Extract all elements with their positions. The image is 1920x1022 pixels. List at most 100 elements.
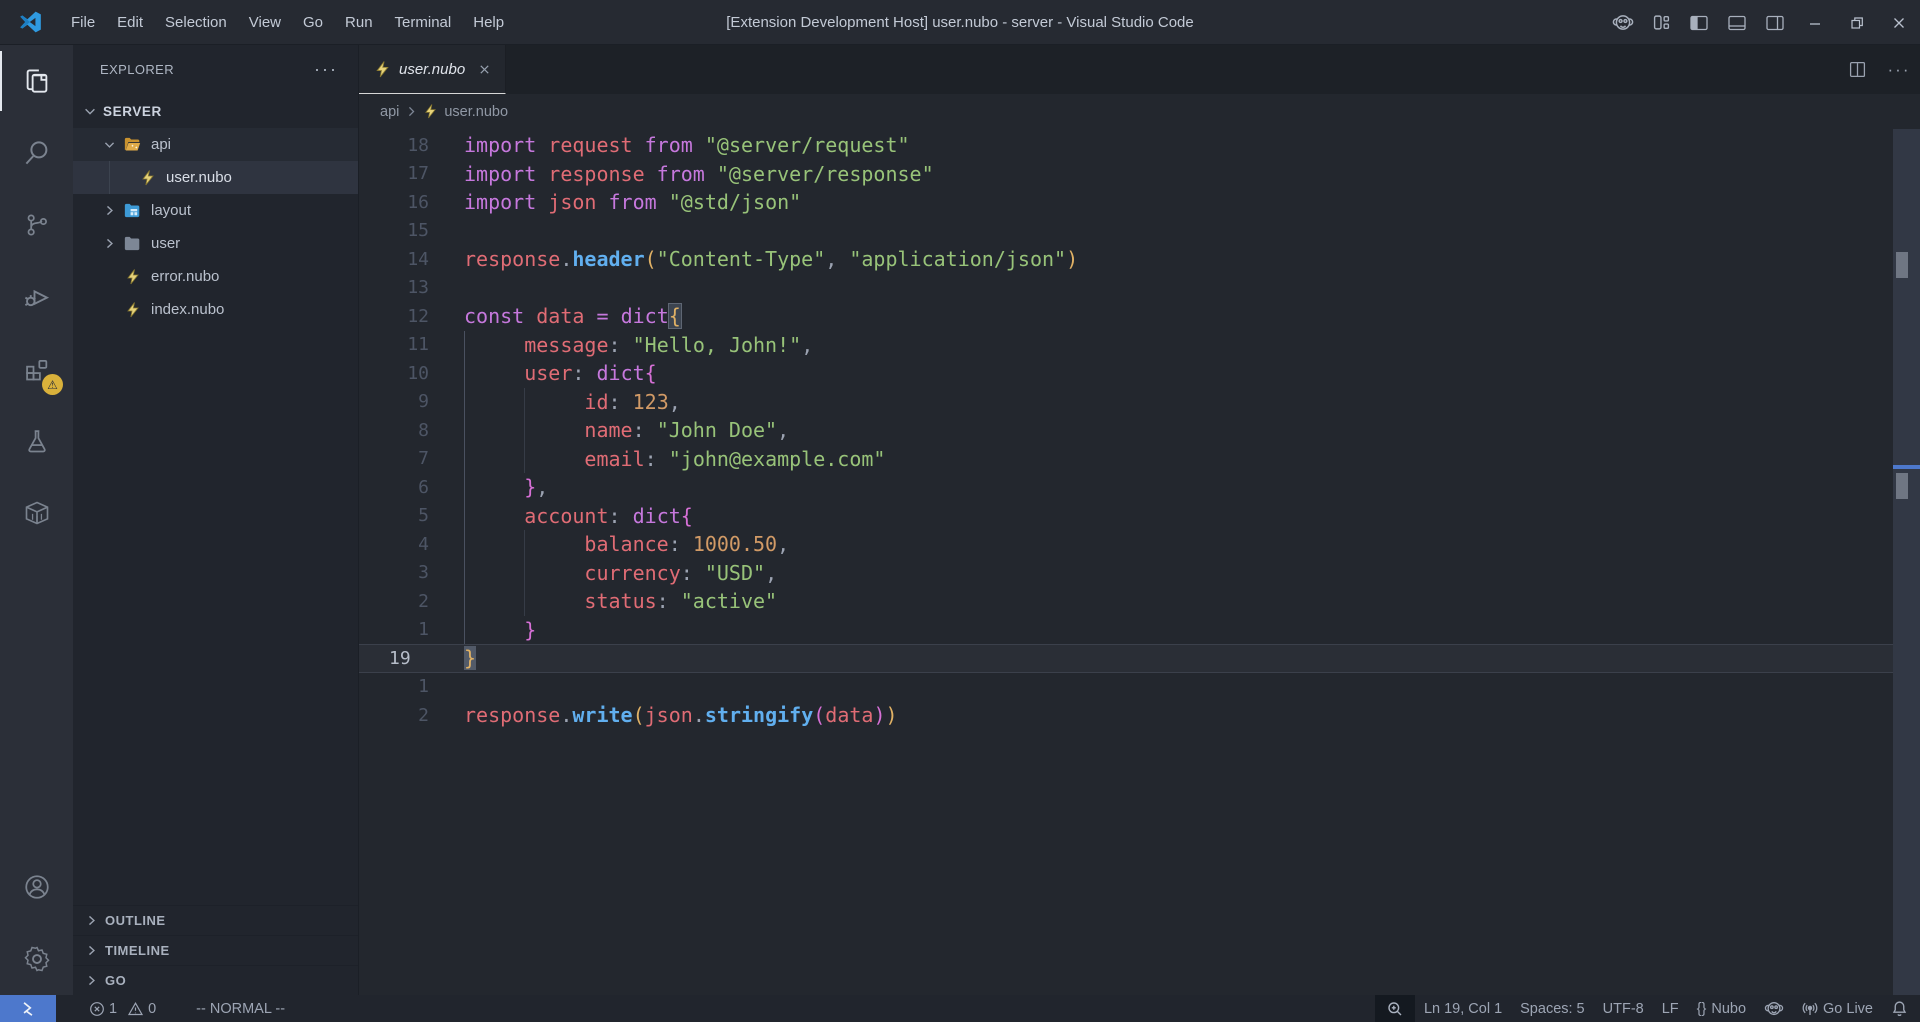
run-and-debug-icon[interactable] (0, 261, 73, 333)
line-number[interactable]: 3 (359, 562, 429, 583)
menu-selection[interactable]: Selection (154, 0, 238, 44)
line-number[interactable]: 8 (359, 420, 429, 441)
menu-go[interactable]: Go (292, 0, 334, 44)
section-outline[interactable]: OUTLINE (73, 905, 358, 935)
tree-item-user[interactable]: user (73, 227, 358, 260)
tree-item-index-nubo[interactable]: index.nubo (73, 293, 358, 326)
monkey-status-icon[interactable] (1755, 995, 1793, 1022)
sidebar-more-actions[interactable]: ··· (314, 59, 338, 80)
tree-item-layout[interactable]: layout (73, 194, 358, 227)
line-number[interactable]: 10 (359, 363, 429, 384)
code-line[interactable]: 2response.write(json.stringify(data)) (359, 701, 1920, 730)
code-line[interactable]: 10 user: dict{ (359, 359, 1920, 388)
code-line[interactable]: 2 status: "active" (359, 587, 1920, 616)
line-number[interactable]: 15 (359, 220, 429, 241)
line-number[interactable]: 6 (359, 477, 429, 498)
code-line[interactable]: 3 currency: "USD", (359, 559, 1920, 588)
toggle-secondary-sidebar-icon[interactable] (1756, 0, 1794, 45)
code-line[interactable]: 1 (359, 673, 1920, 702)
line-number[interactable]: 13 (359, 277, 429, 298)
code-line[interactable]: 9 id: 123, (359, 388, 1920, 417)
vscode-logo-icon[interactable] (0, 0, 60, 45)
line-number[interactable]: 7 (359, 448, 429, 469)
line-number[interactable]: 1 (359, 619, 429, 640)
tab-user-nubo[interactable]: user.nubo (359, 45, 506, 94)
code-line[interactable]: 8 name: "John Doe", (359, 416, 1920, 445)
code-line[interactable]: 5 account: dict{ (359, 502, 1920, 531)
testing-icon[interactable] (0, 405, 73, 477)
source-control-icon[interactable] (0, 189, 73, 261)
line-number[interactable]: 17 (359, 163, 429, 184)
line-number[interactable]: 18 (359, 135, 429, 156)
notifications-bell-icon[interactable] (1882, 995, 1920, 1022)
problems-status[interactable]: 1 0 (80, 995, 165, 1022)
code-line[interactable]: 18import request from "@server/request" (359, 131, 1920, 160)
go-live-status[interactable]: Go Live (1793, 995, 1882, 1022)
menu-file[interactable]: File (60, 0, 106, 44)
code-line[interactable]: 6 }, (359, 473, 1920, 502)
code-line[interactable]: 14response.header("Content-Type", "appli… (359, 245, 1920, 274)
line-number[interactable]: 14 (359, 249, 429, 270)
line-number[interactable]: 2 (359, 591, 429, 612)
tree-item-user-nubo[interactable]: user.nubo (73, 161, 358, 194)
remote-indicator[interactable] (0, 995, 56, 1022)
indent-guide (464, 530, 465, 559)
breadcrumb-folder[interactable]: api (380, 104, 399, 120)
code-line[interactable]: 7 email: "john@example.com" (359, 445, 1920, 474)
menu-help[interactable]: Help (462, 0, 515, 44)
toggle-panel-icon[interactable] (1718, 0, 1756, 45)
toggle-primary-sidebar-icon[interactable] (1680, 0, 1718, 45)
code-line[interactable]: 17import response from "@server/response… (359, 160, 1920, 189)
layout-customize-icon[interactable] (1642, 0, 1680, 45)
eol-status[interactable]: LF (1653, 995, 1688, 1022)
editor-more-actions-icon[interactable]: ··· (1878, 60, 1920, 80)
code-line[interactable]: 12const data = dict{ (359, 302, 1920, 331)
scrollbar-overview-ruler[interactable] (1893, 129, 1920, 995)
code-editor[interactable]: 18import request from "@server/request"1… (359, 129, 1920, 995)
line-number[interactable]: 2 (359, 705, 429, 726)
menu-run[interactable]: Run (334, 0, 384, 44)
explorer-icon[interactable] (0, 45, 73, 117)
tab-close-icon[interactable] (478, 63, 491, 76)
code-line[interactable]: 15 (359, 217, 1920, 246)
line-number[interactable]: 4 (359, 534, 429, 555)
tree-item-error-nubo[interactable]: error.nubo (73, 260, 358, 293)
code-line[interactable]: 11 message: "Hello, John!", (359, 331, 1920, 360)
menu-edit[interactable]: Edit (106, 0, 154, 44)
cursor-position-status[interactable]: Ln 19, Col 1 (1415, 995, 1511, 1022)
code-line[interactable]: 1 } (359, 616, 1920, 645)
language-status[interactable]: {} Nubo (1688, 995, 1755, 1022)
line-number[interactable]: 19 (359, 648, 429, 669)
code-line[interactable]: 4 balance: 1000.50, (359, 530, 1920, 559)
section-server[interactable]: SERVER (73, 94, 358, 128)
close-icon[interactable] (1878, 0, 1920, 45)
section-timeline[interactable]: TIMELINE (73, 935, 358, 965)
breadcrumb-file[interactable]: user.nubo (444, 104, 508, 120)
line-number[interactable]: 16 (359, 192, 429, 213)
line-number[interactable]: 5 (359, 505, 429, 526)
search-icon[interactable] (0, 117, 73, 189)
line-number[interactable]: 11 (359, 334, 429, 355)
code-line[interactable]: 19} (359, 644, 1920, 673)
extensions-icon[interactable]: ⚠ (0, 333, 73, 405)
menu-view[interactable]: View (238, 0, 292, 44)
containers-icon[interactable] (0, 477, 73, 549)
line-number[interactable]: 1 (359, 676, 429, 697)
code-line[interactable]: 13 (359, 274, 1920, 303)
menu-terminal[interactable]: Terminal (384, 0, 463, 44)
vim-mode-indicator[interactable]: -- NORMAL -- (187, 995, 294, 1022)
line-number[interactable]: 9 (359, 391, 429, 412)
encoding-status[interactable]: UTF-8 (1594, 995, 1653, 1022)
line-number[interactable]: 12 (359, 306, 429, 327)
settings-gear-icon[interactable] (0, 923, 73, 995)
split-editor-icon[interactable] (1836, 61, 1878, 78)
accounts-icon[interactable] (0, 851, 73, 923)
tree-item-api[interactable]: api (73, 128, 358, 161)
code-line[interactable]: 16import json from "@std/json" (359, 188, 1920, 217)
restore-icon[interactable] (1836, 0, 1878, 45)
section-go[interactable]: GO (73, 965, 358, 995)
indentation-status[interactable]: Spaces: 5 (1511, 995, 1594, 1022)
zoom-status-icon[interactable] (1375, 995, 1415, 1022)
minimize-icon[interactable] (1794, 0, 1836, 45)
monkey-icon[interactable] (1604, 0, 1642, 45)
